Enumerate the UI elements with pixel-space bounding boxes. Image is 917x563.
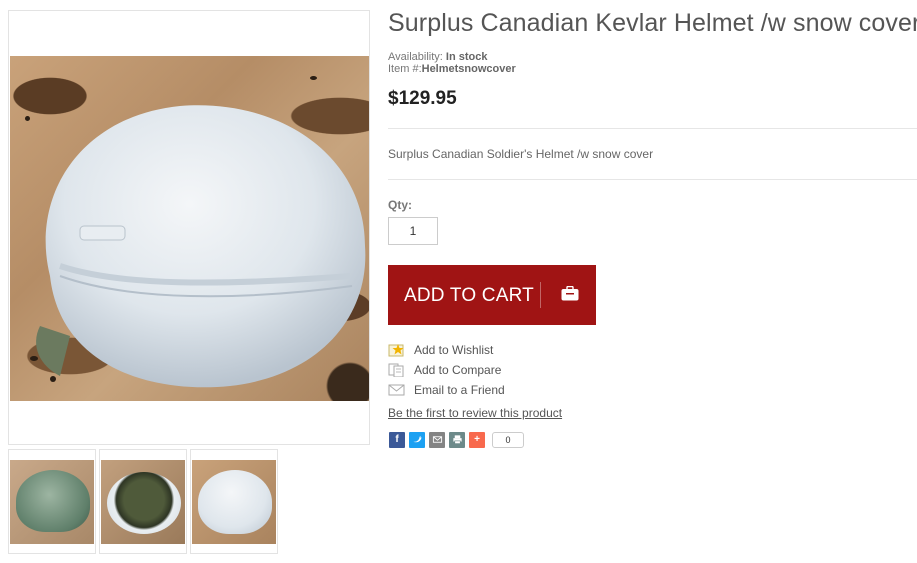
availability: Availability: In stock xyxy=(388,51,487,63)
product-price: $129.95 xyxy=(388,88,457,109)
thumbnail-1[interactable] xyxy=(8,449,96,554)
availability-label: Availability: xyxy=(388,51,446,63)
write-review-link[interactable]: Be the first to review this product xyxy=(388,406,562,420)
main-product-image[interactable] xyxy=(8,10,370,445)
shopping-bag-icon xyxy=(561,286,579,301)
email-share-icon[interactable] xyxy=(429,431,445,448)
compare-label: Add to Compare xyxy=(414,363,502,377)
helmet-snow-cover-thumbnail xyxy=(192,460,276,544)
qty-label: Qty: xyxy=(388,198,412,212)
add-to-cart-label: ADD TO CART xyxy=(404,285,534,306)
share-count: 0 xyxy=(492,431,524,448)
wishlist-label: Add to Wishlist xyxy=(414,343,494,357)
envelope-icon xyxy=(388,384,405,396)
divider xyxy=(388,128,917,129)
item-number: Item #:Helmetsnowcover xyxy=(388,63,516,75)
facebook-icon[interactable]: f xyxy=(389,431,405,448)
email-label: Email to a Friend xyxy=(414,383,505,397)
print-icon[interactable] xyxy=(449,431,465,448)
helmet-interior-thumbnail xyxy=(101,460,185,544)
twitter-icon[interactable] xyxy=(409,431,425,448)
availability-value: In stock xyxy=(445,51,488,63)
email-to-friend-link[interactable]: Email to a Friend xyxy=(388,383,505,397)
qty-input[interactable] xyxy=(388,217,438,245)
item-number-value: Helmetsnowcover xyxy=(421,63,516,75)
add-to-wishlist-link[interactable]: Add to Wishlist xyxy=(388,343,493,357)
add-to-compare-link[interactable]: Add to Compare xyxy=(388,363,501,377)
short-description: Surplus Canadian Soldier's Helmet /w sno… xyxy=(388,147,654,161)
divider xyxy=(388,179,917,180)
addthis-plus-icon[interactable]: + xyxy=(469,431,485,448)
product-title: Surplus Canadian Kevlar Helmet /w snow c… xyxy=(388,9,917,37)
item-number-label: Item #: xyxy=(388,63,422,75)
thumbnail-2[interactable] xyxy=(99,449,187,554)
helmet-snow-cover-image xyxy=(36,105,366,388)
button-separator xyxy=(540,282,541,308)
compare-pages-icon xyxy=(388,363,404,377)
helmet-outer-shell-thumbnail xyxy=(10,460,94,544)
social-share-bar: f + 0 xyxy=(389,431,524,448)
thumbnail-3[interactable] xyxy=(190,449,278,554)
add-to-cart-button[interactable]: ADD TO CART xyxy=(388,265,596,325)
wishlist-star-icon xyxy=(388,344,404,357)
helmet-photo xyxy=(10,56,369,401)
